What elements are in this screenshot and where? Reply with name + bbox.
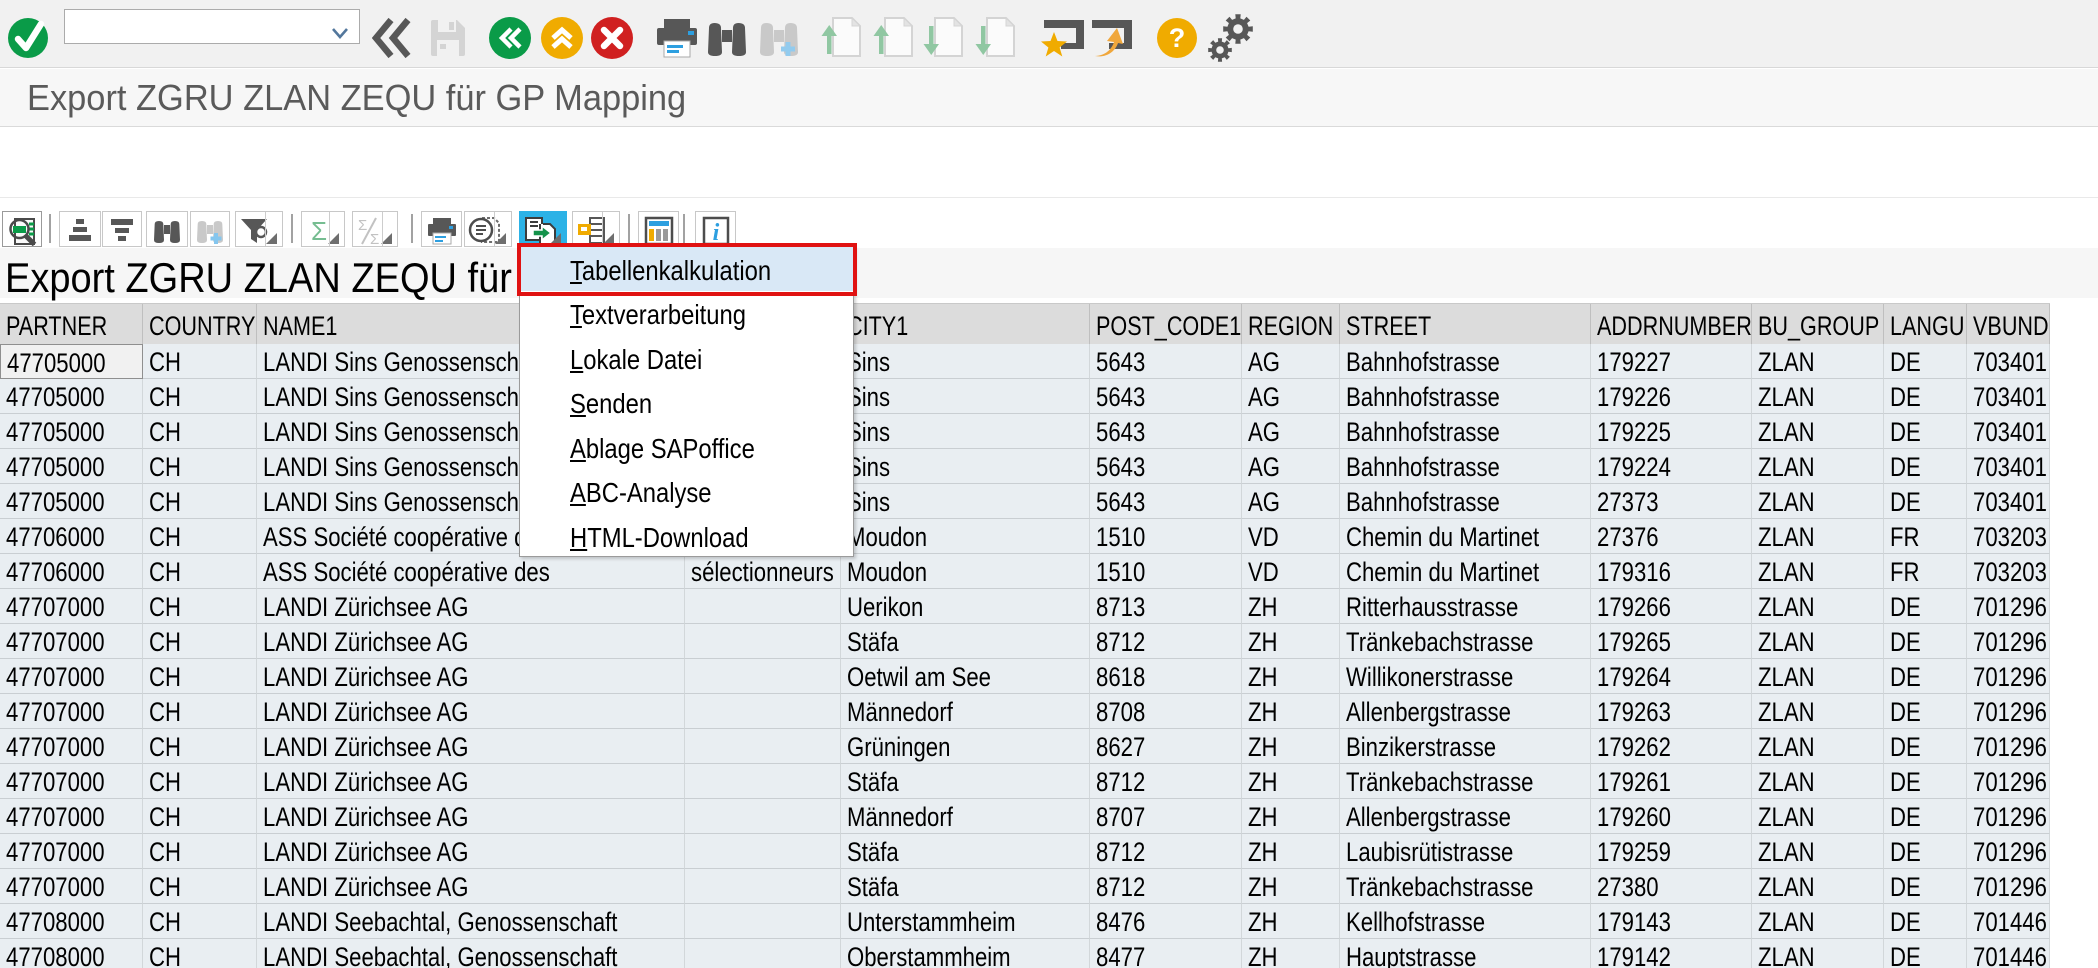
- svg-text:?: ?: [1169, 23, 1186, 53]
- svg-text:Σ: Σ: [370, 231, 379, 246]
- svg-text:Σ: Σ: [311, 216, 327, 246]
- svg-text:Σ: Σ: [358, 217, 367, 234]
- svg-text:i: i: [712, 220, 719, 246]
